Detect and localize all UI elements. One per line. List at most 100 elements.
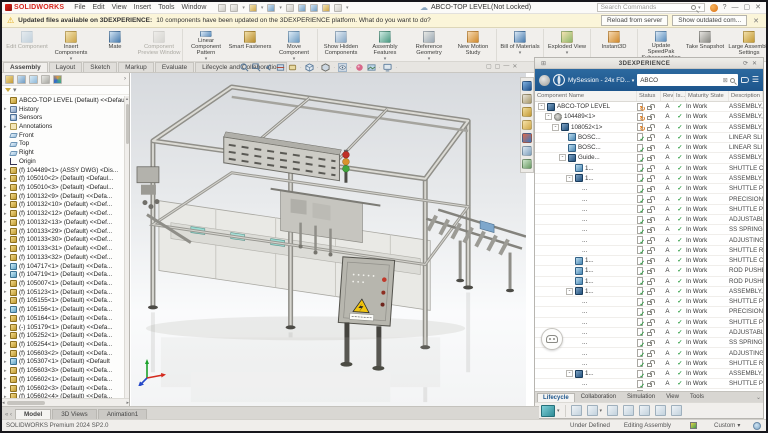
- caret-down-icon[interactable]: ▾: [519, 51, 522, 55]
- xp-user-avatar[interactable]: [539, 75, 550, 86]
- tab-markup[interactable]: Markup: [118, 62, 154, 72]
- 3dexperience-compass-icon[interactable]: [553, 74, 565, 86]
- tree-item[interactable]: ▸(f) 100133<29> (Default) <<Def...: [2, 227, 124, 236]
- reload-from-server-button[interactable]: Reload from server: [601, 15, 668, 26]
- component-row[interactable]: ...A✓In WorkSS SPRING: [535, 338, 763, 348]
- collapse-icon[interactable]: -: [566, 175, 573, 182]
- tree-item[interactable]: ▸(f) 105307<1> (Default) <Default: [2, 358, 124, 367]
- component-row[interactable]: -104489<1>A✓In WorkASSEMBLY,: [535, 112, 763, 122]
- zoom-to-area-icon[interactable]: [252, 63, 261, 72]
- caret-down-icon[interactable]: ▾: [566, 51, 569, 55]
- home-icon[interactable]: [218, 4, 226, 12]
- network-icon[interactable]: [607, 405, 618, 416]
- xp-search-box[interactable]: ⊠: [637, 74, 738, 86]
- display-manager-tab-icon[interactable]: [53, 75, 62, 84]
- chevron-down-icon[interactable]: ⌄: [756, 394, 761, 401]
- tree-item[interactable]: ▸(f) 105007<1> (Default) <<Defa...: [2, 279, 124, 288]
- tree-item[interactable]: ▸(f) 105164<1> (Default) <<Defa...: [2, 314, 124, 323]
- design-library-icon[interactable]: [522, 107, 532, 117]
- tab-layout[interactable]: Layout: [49, 62, 83, 72]
- tree-item[interactable]: Right: [2, 148, 124, 157]
- unit-system-selector[interactable]: Custom▾: [714, 422, 740, 429]
- tree-item[interactable]: ▸Annotations: [2, 122, 124, 131]
- ribbon-button[interactable]: Show Hidden Components: [319, 29, 363, 61]
- tree-item[interactable]: ▸(f) 100133<31> (Default) <<Def...: [2, 244, 124, 253]
- ribbon-button[interactable]: Reference Geometry▾: [407, 29, 451, 61]
- column-header[interactable]: Maturity State: [686, 91, 729, 101]
- control-box[interactable]: [338, 257, 394, 326]
- tree-item[interactable]: ▸(f) 100132<9> (Default) <<Defa...: [2, 192, 124, 201]
- insert-component-icon[interactable]: [639, 405, 650, 416]
- tag-icon[interactable]: [741, 77, 749, 83]
- structure-icon[interactable]: [623, 405, 634, 416]
- component-row[interactable]: 1...A✓In WorkSHUTTLE C: [535, 164, 763, 174]
- globe-icon[interactable]: [753, 422, 761, 430]
- filter-caret-icon[interactable]: ▾: [13, 86, 17, 94]
- view-orientation-icon[interactable]: [305, 63, 314, 72]
- caret-down-icon[interactable]: ▾: [600, 408, 603, 414]
- maturity-icon[interactable]: [541, 405, 555, 417]
- ribbon-button[interactable]: Assembly Features▾: [363, 29, 407, 61]
- tree-item[interactable]: ▸(f) 105155<1> (Default) <<Defa...: [2, 297, 124, 306]
- dimxpert-tab-icon[interactable]: [41, 75, 50, 84]
- doc-tab-3d-views[interactable]: 3D Views: [52, 409, 96, 419]
- hide-show-items-icon[interactable]: [338, 63, 347, 72]
- caret-down-icon[interactable]: ▾: [205, 57, 208, 61]
- machine-3d-model[interactable]: [131, 73, 526, 406]
- tab-scroll-arrows[interactable]: « ‹: [4, 412, 15, 419]
- column-header[interactable]: Component Name: [535, 91, 637, 101]
- apply-scene-icon[interactable]: [367, 63, 376, 72]
- tree-item[interactable]: ▸(f) 105602<1> (Default) <<Defa...: [2, 375, 124, 384]
- new-document-icon[interactable]: [230, 4, 238, 12]
- tree-item[interactable]: ▸(f) 104489<1> (ASSY DWG) <Dis...: [2, 166, 124, 175]
- cascade-icon[interactable]: ▢: [495, 63, 501, 70]
- caret-down-icon[interactable]: ▾: [384, 57, 387, 61]
- display-style-icon[interactable]: [321, 63, 330, 72]
- component-row[interactable]: -1...A✓In WorkASSEMBLY,: [535, 174, 763, 184]
- xp-search-icon[interactable]: [730, 78, 735, 83]
- component-row[interactable]: ...A✓In WorkADJUSTING: [535, 348, 763, 358]
- tree-item[interactable]: Top: [2, 140, 124, 149]
- tree-item[interactable]: Front: [2, 131, 124, 140]
- component-row[interactable]: ...A✓In WorkSHUTTLE RI: [535, 246, 763, 256]
- update-icon[interactable]: [671, 405, 682, 416]
- replace-icon[interactable]: [655, 405, 666, 416]
- ribbon-button[interactable]: Smart Fasteners: [228, 29, 272, 61]
- caret-down-icon[interactable]: ▾: [698, 5, 701, 11]
- show-outdated-button[interactable]: Show outdated com...: [672, 15, 747, 26]
- tree-horizontal-scrollbar[interactable]: ◂▸: [2, 398, 129, 406]
- component-row[interactable]: BOSC...A✓In WorkLINEAR SLI: [535, 133, 763, 143]
- tree-item[interactable]: Origin: [2, 157, 124, 166]
- search-icon[interactable]: [691, 5, 696, 10]
- undo-icon[interactable]: [298, 4, 306, 12]
- menu-insert[interactable]: Insert: [134, 4, 152, 11]
- column-header[interactable]: Rev: [661, 91, 674, 101]
- collapse-icon[interactable]: -: [545, 113, 552, 120]
- column-header[interactable]: Status: [637, 91, 661, 101]
- caret-down-icon[interactable]: ▾: [70, 57, 73, 61]
- clear-search-icon[interactable]: ⊠: [723, 77, 728, 84]
- refresh-icon[interactable]: ⟳: [741, 60, 750, 67]
- file-explorer-icon[interactable]: [522, 120, 532, 130]
- previous-view-icon[interactable]: [264, 63, 273, 72]
- tree-item[interactable]: ▸(f) 100132<10> (Default) <<Def...: [2, 201, 124, 210]
- feature-tree-tab-icon[interactable]: [5, 75, 14, 84]
- doc-tab-animation1[interactable]: Animation1: [98, 409, 148, 419]
- custom-properties-icon[interactable]: [522, 146, 532, 156]
- xp-tab-simulation[interactable]: Simulation: [622, 393, 660, 401]
- tree-item[interactable]: ▸(f) 105252<1> (Default) <<Defa...: [2, 331, 124, 340]
- component-row[interactable]: ...A✓In WorkADJUSTABL: [535, 215, 763, 225]
- property-manager-tab-icon[interactable]: [17, 75, 26, 84]
- component-row[interactable]: -ABCO-TOP LEVELA✓In WorkASSEMBLY,: [535, 102, 763, 112]
- component-row[interactable]: ...A✓In WorkSHUTTLE PI: [535, 184, 763, 194]
- tree-item[interactable]: ▸(f) 105010<3> (Default) <Defaul...: [2, 183, 124, 192]
- minimize-icon[interactable]: —: [503, 63, 509, 70]
- explore-icon[interactable]: [587, 405, 598, 416]
- column-header[interactable]: Description: [729, 91, 763, 101]
- xp-tab-view[interactable]: View: [661, 393, 684, 401]
- user-avatar[interactable]: [710, 4, 718, 12]
- collapse-icon[interactable]: -: [538, 103, 545, 110]
- dynamic-annotation-icon[interactable]: [288, 63, 297, 72]
- menu-tools[interactable]: Tools: [158, 4, 174, 11]
- xp-search-input[interactable]: [640, 77, 721, 84]
